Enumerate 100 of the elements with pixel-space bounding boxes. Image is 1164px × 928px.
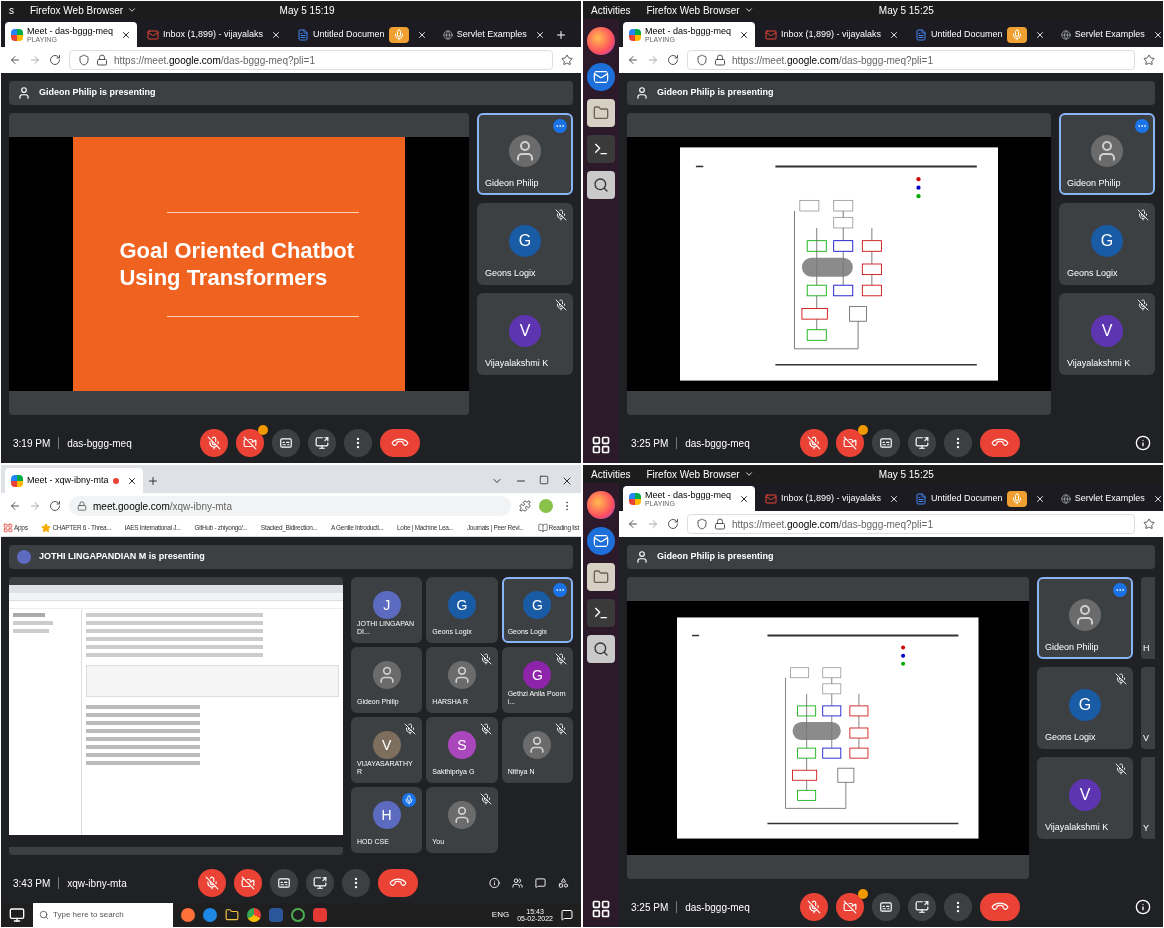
taskbar-search-field[interactable]: Type here to search xyxy=(33,903,173,927)
camera-off-button[interactable] xyxy=(233,869,262,897)
back-icon[interactable] xyxy=(627,54,639,66)
app-menu[interactable]: Firefox Web Browser xyxy=(646,2,754,18)
browser-tab[interactable]: Untitled Documen xyxy=(291,22,433,47)
close-tab-icon[interactable] xyxy=(271,29,282,40)
browser-tab[interactable]: Untitled Documen xyxy=(909,22,1051,47)
address-field[interactable]: https://meet.google.com/das-bggg-meq?pli=1 xyxy=(687,514,1135,534)
participant-tile[interactable]: G Geons Logix xyxy=(1059,203,1155,285)
more-options-icon[interactable] xyxy=(553,119,567,133)
chrome-taskbar-icon[interactable] xyxy=(247,908,261,922)
close-tab-icon[interactable] xyxy=(416,29,427,40)
end-call-button[interactable] xyxy=(377,869,418,897)
participant-tile[interactable]: V Vijayalakshmi K xyxy=(477,293,573,375)
folder-dock-icon[interactable] xyxy=(587,99,615,127)
close-tab-icon[interactable] xyxy=(889,29,900,40)
folder-taskbar-icon[interactable] xyxy=(225,908,239,922)
participant-tile[interactable]: V Vijayalakshmi K xyxy=(1059,293,1155,375)
reload-icon[interactable] xyxy=(49,500,61,512)
more-options-icon[interactable] xyxy=(1135,119,1149,133)
info-icon[interactable] xyxy=(1135,435,1151,451)
address-field[interactable]: meet.google.com/xqw-ibny-mta xyxy=(69,496,511,516)
participant-tile[interactable]: G Geons Logix xyxy=(477,203,573,285)
browser-tab[interactable]: Servlet Examples xyxy=(436,22,551,47)
browser-tab[interactable]: Inbox (1,899) - vijayalaks xyxy=(759,486,906,511)
bookmark-star-icon[interactable] xyxy=(1143,54,1155,66)
close-tab-icon[interactable] xyxy=(121,29,132,40)
browser-tab[interactable]: Inbox (1,899) - vijayalaks xyxy=(141,22,288,47)
mic-off-button[interactable] xyxy=(197,869,226,897)
captions-button[interactable] xyxy=(872,429,901,457)
mic-off-button[interactable] xyxy=(800,893,829,921)
notifications-icon[interactable] xyxy=(561,909,573,921)
reload-icon[interactable] xyxy=(667,518,679,530)
captions-button[interactable] xyxy=(272,429,301,457)
mic-off-button[interactable] xyxy=(200,429,229,457)
info-icon[interactable] xyxy=(1135,899,1151,915)
show-apps-icon[interactable] xyxy=(591,435,611,455)
browser-tab[interactable]: Servlet Examples xyxy=(1054,486,1163,511)
close-icon[interactable] xyxy=(561,475,573,487)
end-call-button[interactable] xyxy=(980,429,1021,457)
close-tab-icon[interactable] xyxy=(739,29,750,40)
back-icon[interactable] xyxy=(9,500,21,512)
info-icon[interactable] xyxy=(489,875,500,891)
close-tab-icon[interactable] xyxy=(1034,493,1045,504)
present-button[interactable] xyxy=(908,893,937,921)
magnifier-dock-icon[interactable] xyxy=(587,635,615,663)
magnifier-dock-icon[interactable] xyxy=(587,171,615,199)
close-tab-icon[interactable] xyxy=(1034,29,1045,40)
activities-label[interactable]: Activities xyxy=(591,2,631,18)
mail-dock-icon[interactable] xyxy=(587,527,615,555)
terminal-dock-icon[interactable] xyxy=(587,135,615,163)
new-tab-icon[interactable] xyxy=(146,475,159,487)
close-tab-icon[interactable] xyxy=(534,29,545,40)
end-call-button[interactable] xyxy=(980,893,1021,921)
participant-tile[interactable]: V Vijayalakshmi K xyxy=(1037,757,1133,839)
mail-dock-icon[interactable] xyxy=(587,63,615,91)
more-options-icon[interactable] xyxy=(1113,583,1127,597)
present-button[interactable] xyxy=(908,429,937,457)
close-tab-icon[interactable] xyxy=(1152,493,1163,504)
close-tab-icon[interactable] xyxy=(126,475,137,486)
present-button[interactable] xyxy=(305,869,334,897)
participant-tile[interactable]: Gideon Philip xyxy=(1037,577,1133,659)
participant-tile[interactable]: Gideon Philip xyxy=(1059,113,1155,195)
end-call-button[interactable] xyxy=(380,429,421,457)
address-field[interactable]: https://meet.google.com/das-bggg-meq?pli=1 xyxy=(69,50,553,70)
captions-button[interactable] xyxy=(269,869,298,897)
app-menu[interactable]: Firefox Web Browser xyxy=(646,466,754,482)
maximize-icon[interactable] xyxy=(539,475,549,485)
app-menu[interactable]: Firefox Web Browser xyxy=(30,2,138,18)
close-tab-icon[interactable] xyxy=(1152,29,1163,40)
start-icon[interactable] xyxy=(9,907,25,923)
browser-tab[interactable]: Meet - xqw-ibny-mta xyxy=(5,468,143,493)
address-field[interactable]: https://meet.google.com/das-bggg-meq?pli=1 xyxy=(687,50,1135,70)
back-icon[interactable] xyxy=(627,518,639,530)
browser-tab[interactable]: Servlet Examples xyxy=(1054,22,1163,47)
folder-dock-icon[interactable] xyxy=(587,563,615,591)
activities-label[interactable]: Activities xyxy=(591,466,631,482)
close-tab-icon[interactable] xyxy=(739,493,750,504)
back-icon[interactable] xyxy=(9,54,21,66)
browser-tab[interactable]: Inbox (1,899) - vijayalaks xyxy=(759,22,906,47)
captions-button[interactable] xyxy=(872,893,901,921)
more-options-icon[interactable] xyxy=(553,583,567,597)
reload-icon[interactable] xyxy=(49,54,61,66)
activities-label[interactable]: s xyxy=(9,2,14,18)
reload-icon[interactable] xyxy=(667,54,679,66)
bookmark-star-icon[interactable] xyxy=(1143,518,1155,530)
activities-icon[interactable] xyxy=(558,875,569,891)
participant-tile[interactable]: G Geons Logix xyxy=(1037,667,1133,749)
show-apps-icon[interactable] xyxy=(591,899,611,919)
bookmark-star-icon[interactable] xyxy=(561,54,573,66)
circle-taskbar-icon[interactable] xyxy=(291,908,305,922)
close-tab-icon[interactable] xyxy=(889,493,900,504)
chat-icon[interactable] xyxy=(535,875,546,891)
extensions-icon[interactable] xyxy=(519,500,531,512)
browser-tab[interactable]: Untitled Documen xyxy=(909,486,1051,511)
present-button[interactable] xyxy=(308,429,337,457)
people-icon[interactable] xyxy=(512,875,523,891)
participant-tile[interactable]: Gideon Philip xyxy=(477,113,573,195)
mic-off-button[interactable] xyxy=(800,429,829,457)
terminal-dock-icon[interactable] xyxy=(587,599,615,627)
